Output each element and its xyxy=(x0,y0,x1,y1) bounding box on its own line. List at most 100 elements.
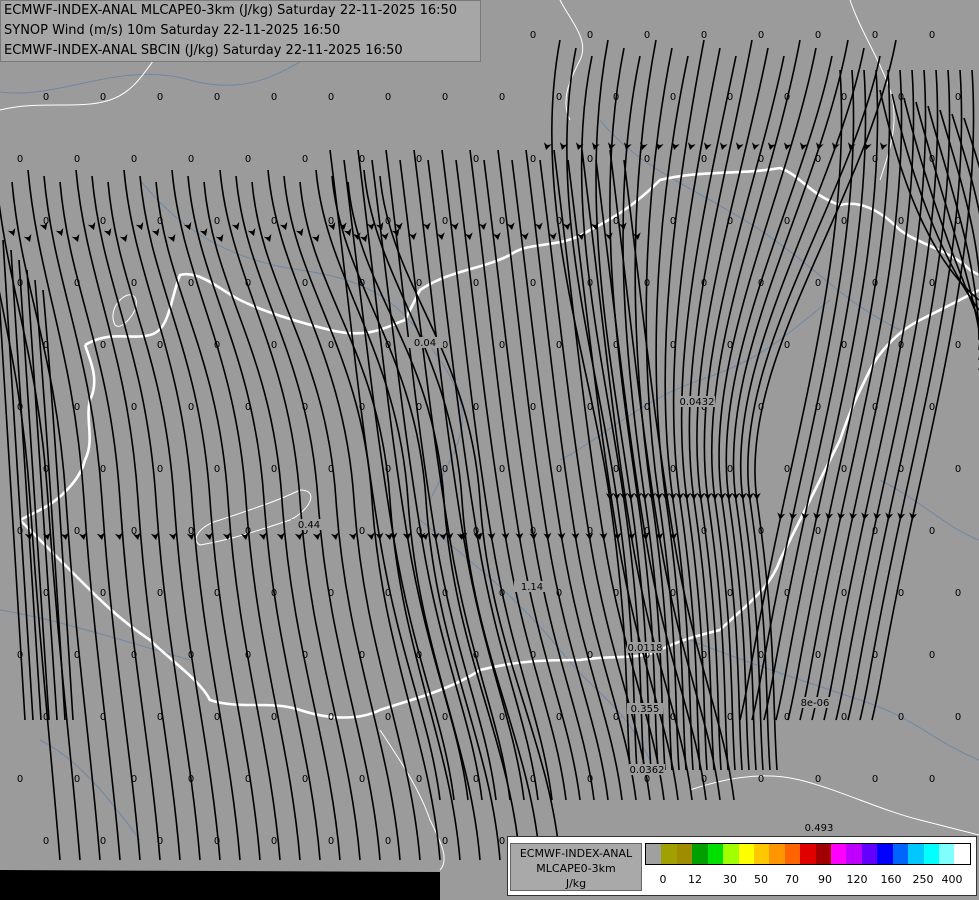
station-value: 0 xyxy=(530,278,536,289)
station-value: 0 xyxy=(727,340,733,351)
station-value: 0 xyxy=(385,216,391,227)
station-value: 0 xyxy=(841,712,847,723)
station-value: 0 xyxy=(214,712,220,723)
station-value: 0 xyxy=(131,154,137,165)
station-value: 0 xyxy=(670,92,676,103)
station-value: 0 xyxy=(955,712,961,723)
station-value: 0 xyxy=(701,30,707,41)
station-value: 0 xyxy=(815,526,821,537)
legend-tick: 30 xyxy=(723,873,737,886)
station-value: 0 xyxy=(416,402,422,413)
station-value: 0 xyxy=(302,774,308,785)
legend-tick: 120 xyxy=(846,873,868,886)
station-value: 0 xyxy=(328,464,334,475)
black-border-strip xyxy=(0,870,440,900)
station-value: 0.0362 xyxy=(630,765,665,776)
station-value: 0 xyxy=(784,712,790,723)
station-value: 0 xyxy=(587,526,593,537)
station-value: 0 xyxy=(530,774,536,785)
station-value: 0 xyxy=(188,154,194,165)
legend-line-3: J/kg xyxy=(565,877,587,890)
station-value: 0 xyxy=(556,216,562,227)
station-value: 0 xyxy=(473,402,479,413)
station-value: 0 xyxy=(473,650,479,661)
station-value: 0 xyxy=(17,278,23,289)
station-value: 0 xyxy=(929,774,935,785)
legend-ticks: 0 12 30 50 70 90 120 160 250 400 xyxy=(645,873,975,889)
station-value: 0 xyxy=(644,278,650,289)
station-value: 0 xyxy=(131,650,137,661)
station-value: 0 xyxy=(385,92,391,103)
station-value: 0 xyxy=(473,774,479,785)
station-value: 0 xyxy=(898,92,904,103)
station-value: 0 xyxy=(328,712,334,723)
station-value: 0 xyxy=(758,526,764,537)
station-value: 0 xyxy=(359,774,365,785)
legend-swatch xyxy=(815,844,832,864)
station-value: 0 xyxy=(499,216,505,227)
station-value: 0 xyxy=(841,588,847,599)
station-value: 0 xyxy=(416,278,422,289)
station-value: 0 xyxy=(442,92,448,103)
title-line-2: SYNOP Wind (m/s) 10m Saturday 22-11-2025… xyxy=(4,23,341,38)
legend-swatch xyxy=(800,844,816,864)
station-value: 0 xyxy=(302,154,308,165)
station-value: 0 xyxy=(157,464,163,475)
station-value: 0 xyxy=(359,526,365,537)
station-value: 0 xyxy=(499,836,505,847)
station-value: 0 xyxy=(758,774,764,785)
legend-swatch xyxy=(846,844,862,864)
station-value: 0 xyxy=(670,588,676,599)
station-value: 0 xyxy=(17,650,23,661)
station-value: 0 xyxy=(727,216,733,227)
station-value: 0 xyxy=(17,402,23,413)
station-value: 0 xyxy=(499,340,505,351)
station-value: 0 xyxy=(131,278,137,289)
station-value: 0 xyxy=(872,650,878,661)
station-value: 0 xyxy=(587,278,593,289)
station-value: 0 xyxy=(416,154,422,165)
station-value: 0 xyxy=(955,92,961,103)
station-value: 0 xyxy=(613,712,619,723)
station-value: 0 xyxy=(157,712,163,723)
station-value: 0 xyxy=(929,402,935,413)
station-value: 0 xyxy=(188,402,194,413)
legend-color-bar xyxy=(645,843,971,865)
station-value: 0 xyxy=(245,650,251,661)
station-value: 0 xyxy=(613,92,619,103)
station-value: 0 xyxy=(727,92,733,103)
station-value: 0 xyxy=(670,216,676,227)
station-value: 0.493 xyxy=(805,823,834,834)
station-value: 0 xyxy=(644,526,650,537)
legend-tick: 250 xyxy=(912,873,934,886)
station-value: 0 xyxy=(587,30,593,41)
legend-swatch xyxy=(892,844,909,864)
station-value: 0.44 xyxy=(298,520,320,531)
station-value: 0 xyxy=(530,402,536,413)
station-value: 0 xyxy=(841,216,847,227)
title-line-1: ECMWF-INDEX-ANAL MLCAPE0-3km (J/kg) Satu… xyxy=(4,3,458,18)
station-value: 0 xyxy=(898,216,904,227)
station-value: 0 xyxy=(416,650,422,661)
legend-swatch xyxy=(707,844,724,864)
station-value: 0 xyxy=(416,774,422,785)
station-value: 1.14 xyxy=(521,582,543,593)
legend-swatch xyxy=(923,844,940,864)
legend-line-1: ECMWF-INDEX-ANAL xyxy=(519,847,633,860)
legend-swatch xyxy=(908,844,924,864)
station-value: 0 xyxy=(131,402,137,413)
station-value: 0 xyxy=(157,216,163,227)
station-value: 0 xyxy=(157,92,163,103)
color-legend: ECMWF-INDEX-ANAL MLCAPE0-3km J/kg 0 12 30 5… xyxy=(507,836,977,896)
legend-swatch xyxy=(769,844,785,864)
station-value: 0 xyxy=(530,30,536,41)
station-value: 0 xyxy=(245,154,251,165)
station-value: 0 xyxy=(898,464,904,475)
station-value: 0 xyxy=(929,526,935,537)
station-value: 0 xyxy=(613,588,619,599)
station-value: 0 xyxy=(100,92,106,103)
station-value: 0 xyxy=(214,464,220,475)
station-value: 0 xyxy=(328,92,334,103)
legend-swatch xyxy=(939,844,955,864)
station-value: 0 xyxy=(43,836,49,847)
